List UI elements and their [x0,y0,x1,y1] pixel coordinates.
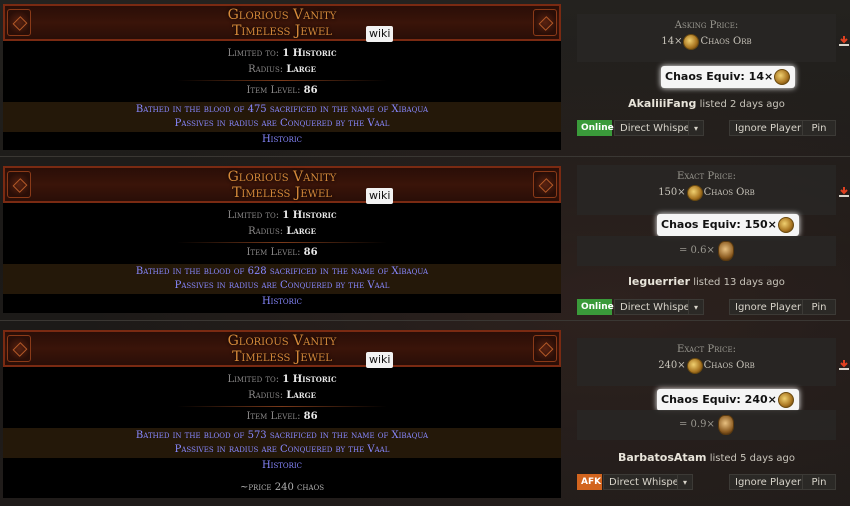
price-amount: 150× Chaos Orb [577,184,836,202]
seller-info: AkaliiiFang listed 2 days ago [577,97,836,110]
historic-tag: Historic [261,134,303,145]
limited-to-property: Limited to: 1 Historic [227,374,337,385]
item-level-property: Item Level: 86 [246,247,318,258]
mod-line: Bathed in the blood of 475 sacrificed in… [135,104,429,115]
item-header: Glorious Vanity Timeless Jewel wiki [3,166,561,204]
radius-property: Radius: Large [248,64,316,75]
status-badge: Online [577,299,614,315]
separator [177,406,387,407]
item-name: Glorious Vanity [227,169,337,185]
chaos-orb-icon [686,184,703,201]
pin-button[interactable]: Pin [802,299,836,315]
mod-line: Passives in radius are Conquered by the … [174,444,390,455]
chaos-orb-icon [683,33,700,50]
price-amount: 240× Chaos Orb [577,357,836,375]
item-level-property: Item Level: 86 [246,411,318,422]
listed-time: listed 2 days ago [699,99,785,110]
wiki-button[interactable]: wiki [366,352,394,368]
radius-property: Radius: Large [248,226,316,237]
mods-box: Bathed in the blood of 628 sacrificed in… [3,264,561,294]
limited-to-property: Limited to: 1 Historic [227,210,337,221]
price-box: Asking Price: 14× Chaos Orb [577,14,849,62]
chaos-orb-icon [777,392,794,408]
seller-info: leguerrier listed 13 days ago [577,275,836,288]
ignore-player-button[interactable]: Ignore Player [729,299,808,315]
price-amount: 14× Chaos Orb [577,33,836,51]
pin-button[interactable]: Pin [802,120,836,136]
mod-line: Bathed in the blood of 573 sacrificed in… [135,430,429,441]
mirror-icon [718,414,735,435]
chaos-orb-icon [686,357,703,374]
price-box: Exact Price: 150× Chaos Orb [577,165,849,215]
item-level-property: Item Level: 86 [246,85,318,96]
status-badge: Online [577,120,614,136]
historic-tag: Historic [261,460,303,471]
item-base-type: Timeless Jewel [232,23,332,39]
listing-row: Glorious Vanity Timeless Jewel wiki Limi… [0,322,850,506]
seller-name[interactable]: BarbatosAtam [618,451,707,464]
mod-line: Passives in radius are Conquered by the … [174,280,390,291]
mirror-ratio: = 0.6× [577,236,836,266]
chaos-equiv-badge: Chaos Equiv: 150× [657,214,799,236]
pin-button[interactable]: Pin [802,474,836,490]
ornament-icon [533,9,557,36]
mod-line: Passives in radius are Conquered by the … [174,118,390,129]
price-note: ~price 240 chaos [239,482,325,493]
listed-time: listed 5 days ago [709,453,796,464]
chaos-orb-icon [777,217,794,233]
item-name: Glorious Vanity [227,333,337,349]
ornament-icon [7,171,31,198]
price-label: Exact Price: [677,344,736,355]
copy-price-icon[interactable] [838,359,850,371]
listing-row: Glorious Vanity Timeless Jewel wiki Limi… [0,0,850,157]
seller-info: BarbatosAtam listed 5 days ago [577,451,836,464]
copy-price-icon[interactable] [838,35,850,47]
ornament-icon [533,171,557,198]
ornament-icon [533,335,557,362]
item-card[interactable]: Glorious Vanity Timeless Jewel wiki Limi… [3,166,561,313]
radius-property: Radius: Large [248,390,316,401]
separator [177,242,387,243]
ornament-icon [7,335,31,362]
ignore-player-button[interactable]: Ignore Player [729,120,808,136]
mod-line: Bathed in the blood of 628 sacrificed in… [135,266,429,277]
price-label: Asking Price: [674,20,739,31]
chaos-orb-icon [774,69,791,85]
item-header: Glorious Vanity Timeless Jewel wiki [3,4,561,42]
ignore-player-button[interactable]: Ignore Player [729,474,808,490]
chaos-equiv-badge: Chaos Equiv: 240× [657,389,799,411]
separator [177,80,387,81]
chaos-equiv-badge: Chaos Equiv: 14× [661,66,796,88]
listed-time: listed 13 days ago [693,277,785,288]
whisper-dropdown-icon[interactable]: ▾ [688,120,704,136]
limited-to-property: Limited to: 1 Historic [227,48,337,59]
item-base-type: Timeless Jewel [232,185,332,201]
price-label: Exact Price: [677,171,736,182]
mods-box: Bathed in the blood of 573 sacrificed in… [3,428,561,458]
mirror-ratio: = 0.9× [577,410,836,440]
item-card[interactable]: Glorious Vanity Timeless Jewel wiki Limi… [3,330,561,498]
item-base-type: Timeless Jewel [232,349,332,365]
ornament-icon [7,9,31,36]
whisper-dropdown-icon[interactable]: ▾ [677,474,693,490]
item-header: Glorious Vanity Timeless Jewel wiki [3,330,561,368]
mods-box: Bathed in the blood of 475 sacrificed in… [3,102,561,132]
listing-row: Glorious Vanity Timeless Jewel wiki Limi… [0,158,850,321]
copy-price-icon[interactable] [838,186,850,198]
wiki-button[interactable]: wiki [366,26,394,42]
wiki-button[interactable]: wiki [366,188,394,204]
seller-name[interactable]: leguerrier [628,275,690,288]
item-card[interactable]: Glorious Vanity Timeless Jewel wiki Limi… [3,4,561,150]
seller-name[interactable]: AkaliiiFang [628,97,696,110]
status-badge: AFK [577,474,602,490]
mirror-icon [718,240,735,261]
whisper-dropdown-icon[interactable]: ▾ [688,299,704,315]
price-box: Exact Price: 240× Chaos Orb [577,338,849,386]
item-name: Glorious Vanity [227,7,337,23]
historic-tag: Historic [261,296,303,307]
